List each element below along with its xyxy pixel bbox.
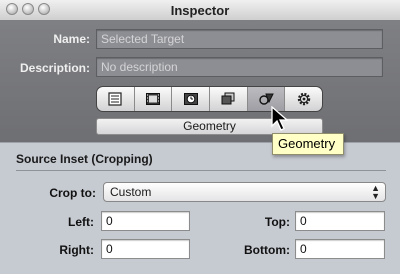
section-divider — [16, 170, 386, 171]
description-label: Description: — [19, 61, 90, 75]
list-document-icon — [108, 92, 122, 106]
section-title: Source Inset (Cropping) — [16, 152, 153, 166]
bottom-label: Bottom: — [244, 243, 290, 257]
tab-layers[interactable] — [210, 87, 248, 111]
popup-arrows-icon: ▲ ▼ — [371, 183, 380, 201]
geometry-shapes-icon — [259, 93, 274, 105]
geometry-tooltip: Geometry — [272, 133, 344, 155]
window-title: Inspector — [170, 3, 230, 18]
tab-settings[interactable] — [285, 87, 322, 111]
tab-timing[interactable] — [172, 87, 211, 111]
left-label: Left: — [68, 215, 94, 229]
crop-to-label: Crop to: — [49, 186, 96, 200]
description-field[interactable]: No description — [96, 57, 383, 77]
right-inset-field[interactable]: 0 — [101, 239, 190, 259]
tab-list[interactable] — [97, 87, 135, 111]
name-label: Name: — [53, 32, 90, 46]
bottom-inset-field[interactable]: 0 — [295, 239, 385, 259]
mouse-pointer-icon — [271, 106, 289, 131]
clock-media-icon — [183, 93, 198, 105]
left-inset-field[interactable]: 0 — [101, 211, 190, 231]
right-label: Right: — [59, 243, 94, 257]
window-titlebar: Inspector — [0, 0, 400, 21]
film-strip-icon — [146, 93, 160, 105]
gear-icon — [297, 92, 310, 106]
name-field[interactable]: Selected Target — [96, 29, 383, 49]
top-label: Top: — [264, 215, 290, 229]
layers-icon — [221, 92, 235, 105]
top-inset-field[interactable]: 0 — [295, 211, 385, 231]
tab-media[interactable] — [135, 87, 173, 111]
crop-to-select[interactable]: Custom ▲ ▼ — [103, 182, 386, 202]
crop-to-value: Custom — [110, 185, 152, 199]
